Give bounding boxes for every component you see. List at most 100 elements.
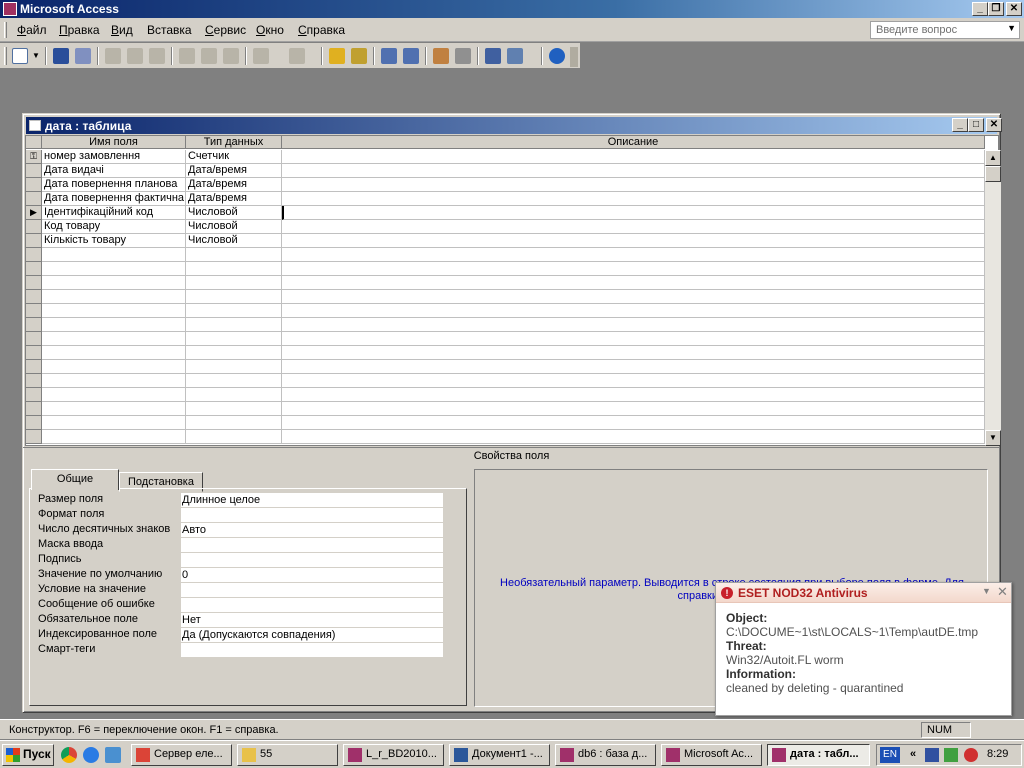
data-type-cell[interactable]: [186, 276, 282, 290]
insert-rows-icon[interactable]: [381, 48, 397, 64]
description-cell[interactable]: [282, 388, 985, 402]
row-selector[interactable]: [26, 164, 42, 178]
data-type-cell[interactable]: [186, 374, 282, 388]
minimize-button[interactable]: _: [972, 2, 988, 16]
row-selector[interactable]: [26, 332, 42, 346]
properties-icon[interactable]: [433, 48, 449, 64]
menu-view[interactable]: Вид: [111, 23, 133, 37]
spelling-icon[interactable]: [149, 48, 165, 64]
field-name-cell[interactable]: [42, 276, 186, 290]
data-type-cell[interactable]: Дата/время: [186, 178, 282, 192]
row-selector[interactable]: [26, 388, 42, 402]
property-value-field[interactable]: [181, 598, 443, 613]
property-value-field[interactable]: [181, 583, 443, 598]
primary-key-icon[interactable]: [329, 48, 345, 64]
data-type-cell[interactable]: [186, 318, 282, 332]
description-cell[interactable]: [282, 346, 985, 360]
description-cell[interactable]: [282, 304, 985, 318]
ask-question-input[interactable]: Введите вопрос ▼: [870, 21, 1020, 39]
menu-insert[interactable]: Вставка: [147, 23, 192, 37]
view-icon[interactable]: [12, 48, 28, 64]
data-type-cell[interactable]: [186, 332, 282, 346]
new-object-icon[interactable]: [507, 48, 523, 64]
field-name-cell[interactable]: номер замовлення: [42, 150, 186, 164]
field-name-cell[interactable]: Дата повернення планова: [42, 178, 186, 192]
show-desktop-icon[interactable]: [105, 747, 121, 763]
indexes-icon[interactable]: [455, 48, 471, 64]
field-name-cell[interactable]: Кількість товару: [42, 234, 186, 248]
data-type-cell[interactable]: Счетчик: [186, 150, 282, 164]
scroll-up-icon[interactable]: ▲: [985, 150, 1001, 166]
menu-edit[interactable]: Правка: [59, 23, 100, 37]
field-name-cell[interactable]: Ідентифікаційний код: [42, 206, 186, 220]
row-selector[interactable]: [26, 290, 42, 304]
property-value-field[interactable]: [181, 538, 443, 553]
delete-rows-icon[interactable]: [403, 48, 419, 64]
start-button[interactable]: Пуск: [2, 744, 54, 766]
data-type-cell[interactable]: [186, 416, 282, 430]
description-cell[interactable]: [282, 150, 985, 164]
row-selector[interactable]: [26, 220, 42, 234]
chevron-down-icon[interactable]: ▼: [32, 48, 40, 64]
data-type-cell[interactable]: Дата/время: [186, 192, 282, 206]
field-name-cell[interactable]: Дата повернення фактична: [42, 192, 186, 206]
description-cell[interactable]: [282, 416, 985, 430]
data-type-cell[interactable]: [186, 248, 282, 262]
row-selector[interactable]: [26, 346, 42, 360]
current-row-arrow-icon[interactable]: ▶: [26, 206, 42, 220]
data-type-cell[interactable]: [186, 430, 282, 444]
maximize-button[interactable]: □: [968, 118, 984, 132]
field-name-cell[interactable]: [42, 346, 186, 360]
data-type-cell[interactable]: Числовой: [186, 220, 282, 234]
taskbar-button[interactable]: Microsoft Ac...: [661, 744, 762, 766]
row-selector[interactable]: [26, 402, 42, 416]
property-value-field[interactable]: Да (Допускаются совпадения): [181, 628, 443, 643]
description-cell[interactable]: [282, 248, 985, 262]
description-cell[interactable]: [282, 262, 985, 276]
description-cell[interactable]: [282, 290, 985, 304]
grid-vertical-scrollbar[interactable]: ▲ ▼: [985, 150, 1001, 446]
save-icon[interactable]: [53, 48, 69, 64]
description-cell[interactable]: [282, 192, 985, 206]
field-name-cell[interactable]: [42, 388, 186, 402]
file-search-icon[interactable]: [75, 48, 91, 64]
description-cell[interactable]: [282, 234, 985, 248]
network-tray-icon[interactable]: [925, 748, 939, 762]
taskbar-button[interactable]: Документ1 -...: [449, 744, 550, 766]
field-name-cell[interactable]: [42, 262, 186, 276]
eset-notification[interactable]: ! ESET NOD32 Antivirus ▼ ✕ Object: C:\DO…: [715, 582, 1012, 716]
restore-button[interactable]: ❐: [988, 2, 1004, 16]
row-selector[interactable]: [26, 430, 42, 444]
help-icon[interactable]: [549, 48, 565, 64]
description-cell[interactable]: [282, 360, 985, 374]
row-selector[interactable]: [26, 416, 42, 430]
field-name-cell[interactable]: [42, 402, 186, 416]
close-button[interactable]: ✕: [1006, 2, 1022, 16]
field-name-cell[interactable]: [42, 430, 186, 444]
tray-app-icon[interactable]: [944, 748, 958, 762]
scroll-thumb[interactable]: [985, 166, 1001, 182]
property-value-field[interactable]: Длинное целое: [181, 493, 443, 508]
field-name-cell[interactable]: [42, 374, 186, 388]
table-window-title-bar[interactable]: дата : таблица _ □ ✕: [26, 117, 1002, 134]
data-type-cell[interactable]: Числовой: [186, 206, 282, 220]
print-icon[interactable]: [105, 48, 121, 64]
property-value-field[interactable]: Авто: [181, 523, 443, 538]
row-selector[interactable]: [26, 304, 42, 318]
minimize-button[interactable]: _: [952, 118, 968, 132]
description-cell[interactable]: [282, 276, 985, 290]
property-value-field[interactable]: Нет: [181, 613, 443, 628]
description-cell[interactable]: [282, 430, 985, 444]
taskbar-button[interactable]: L_r_BD2010...: [343, 744, 444, 766]
property-value-field[interactable]: 0: [181, 568, 443, 583]
row-selector[interactable]: [26, 276, 42, 290]
menu-file[interactable]: Файл: [17, 23, 47, 37]
toolbar-grip[interactable]: [4, 47, 7, 65]
row-selector[interactable]: [26, 248, 42, 262]
builder-icon[interactable]: [351, 48, 367, 64]
row-selector[interactable]: [26, 360, 42, 374]
field-name-cell[interactable]: [42, 416, 186, 430]
menu-grip[interactable]: [4, 22, 7, 38]
close-icon[interactable]: ✕: [997, 584, 1008, 600]
row-selector[interactable]: [26, 318, 42, 332]
